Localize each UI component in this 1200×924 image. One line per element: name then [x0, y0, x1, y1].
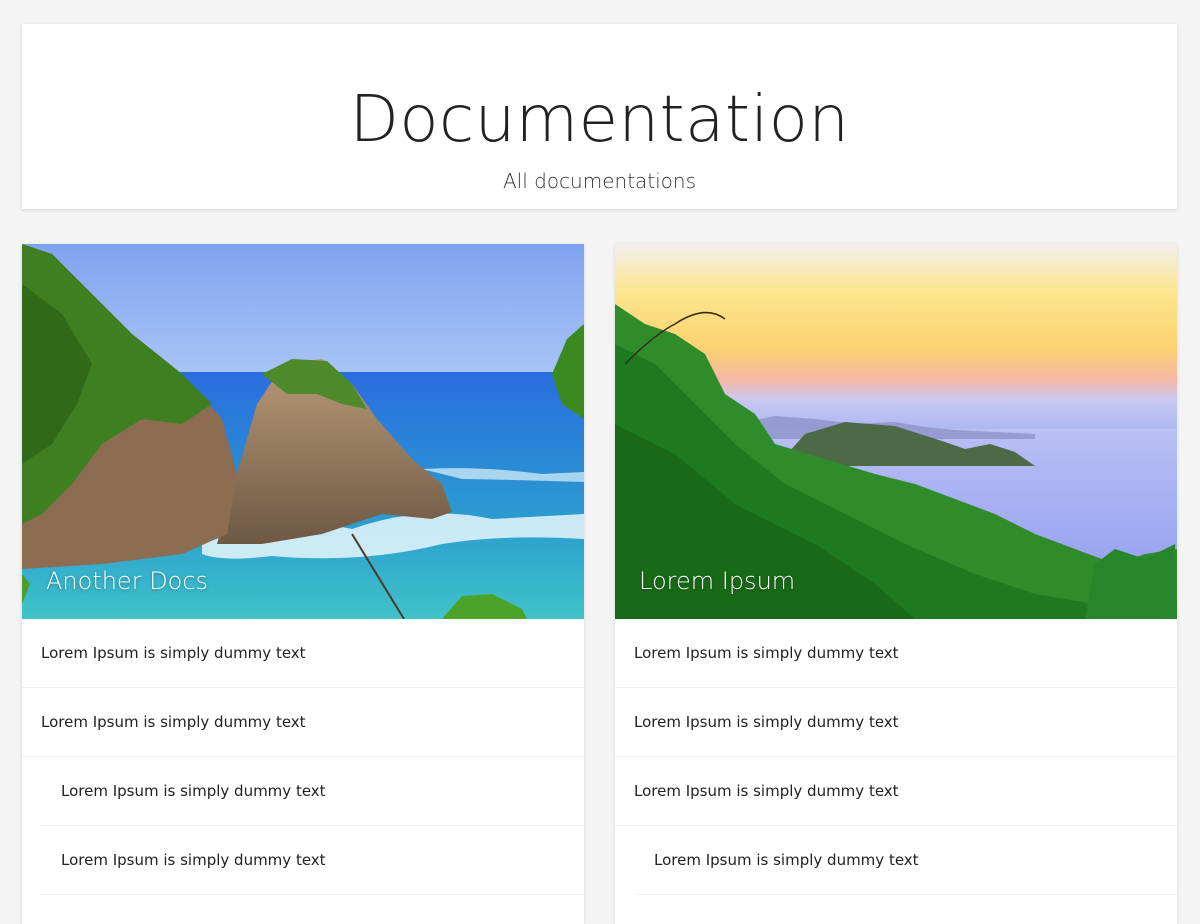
doc-link[interactable]: Lorem Ipsum is simply dummy text — [615, 757, 1177, 826]
doc-card-another-docs[interactable]: Another Docs Lorem Ipsum is simply dummy… — [22, 244, 584, 924]
doc-link[interactable]: Lorem Ipsum is simply dummy text — [22, 688, 584, 757]
page-header: Documentation All documentations — [22, 24, 1177, 209]
card-title[interactable]: Lorem Ipsum — [639, 567, 795, 595]
coastal-rocks-image — [22, 244, 584, 619]
doc-sublink[interactable]: Lorem Ipsum is simply dummy text — [41, 757, 584, 826]
doc-link[interactable]: Lorem Ipsum is simply dummy text — [615, 688, 1177, 757]
doc-list: Lorem Ipsum is simply dummy text Lorem I… — [22, 619, 584, 895]
sunset-bay-image — [615, 244, 1177, 619]
doc-list: Lorem Ipsum is simply dummy text Lorem I… — [615, 619, 1177, 895]
doc-sublink[interactable]: Lorem Ipsum is simply dummy text — [634, 826, 1177, 895]
page-subtitle: All documentations — [502, 169, 697, 193]
card-hero-image: Lorem Ipsum — [615, 244, 1177, 619]
doc-link[interactable]: Lorem Ipsum is simply dummy text — [22, 619, 584, 688]
card-hero-image: Another Docs — [22, 244, 584, 619]
page-title: Documentation — [349, 83, 850, 157]
doc-card-lorem-ipsum[interactable]: Lorem Ipsum Lorem Ipsum is simply dummy … — [615, 244, 1177, 924]
doc-sublink[interactable]: Lorem Ipsum is simply dummy text — [41, 826, 584, 895]
doc-link[interactable]: Lorem Ipsum is simply dummy text — [615, 619, 1177, 688]
card-title[interactable]: Another Docs — [46, 567, 208, 595]
